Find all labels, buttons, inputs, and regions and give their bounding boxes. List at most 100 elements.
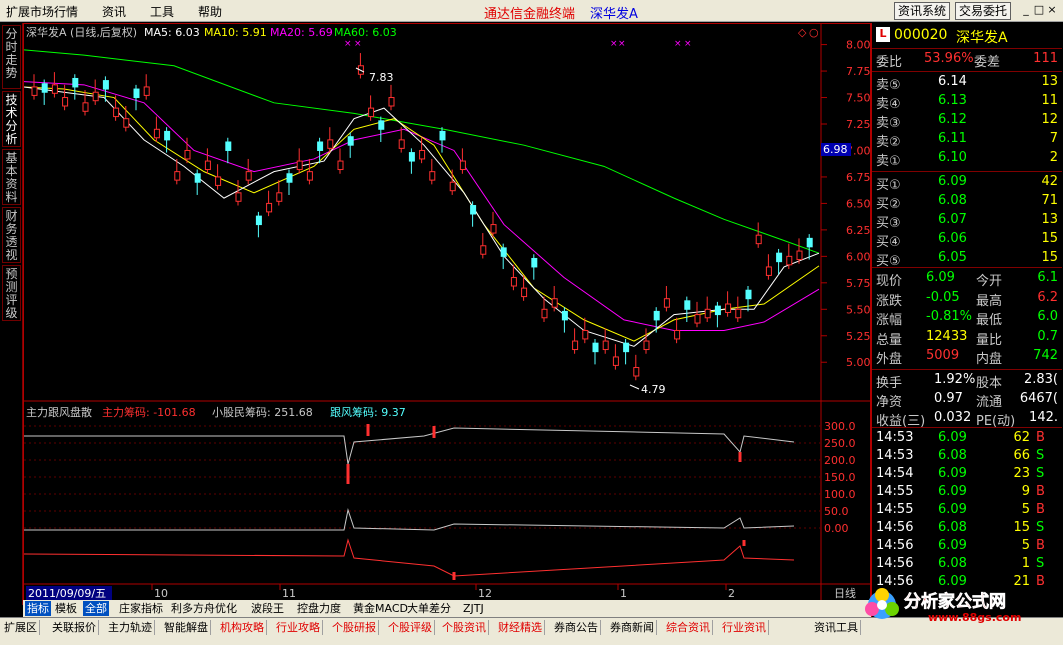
menu-tools[interactable]: 工具: [150, 3, 174, 20]
taskbar-item[interactable]: 行业资讯: [720, 620, 769, 635]
stat-row: 总量 12433 量比 0.7: [872, 328, 1062, 348]
month-tick: 1: [620, 587, 627, 600]
sell-price: 6.13: [938, 93, 967, 108]
indicator-tab[interactable]: 模板: [53, 601, 79, 616]
signal-marker: ×: [354, 39, 362, 49]
taskbar-item[interactable]: 个股研报: [330, 620, 379, 635]
candle-body: [102, 80, 109, 90]
taskbar-item[interactable]: 扩展区: [2, 620, 40, 635]
tab-fundamental[interactable]: 基本资料: [2, 149, 21, 205]
menu-help[interactable]: 帮助: [198, 3, 222, 20]
sell-volume: 12: [1041, 112, 1058, 127]
candle-body: [521, 287, 528, 298]
maximize-icon[interactable]: □: [1033, 2, 1045, 18]
candle-body: [184, 149, 191, 160]
ma-lines: [24, 49, 820, 347]
month-tick: 10: [154, 587, 168, 600]
candle-body: [592, 342, 599, 353]
fund-value: 1.92%: [934, 372, 976, 387]
candle-body: [368, 107, 375, 118]
candle-body: [419, 149, 426, 160]
taskbar-item[interactable]: 个股资讯: [440, 620, 489, 635]
price-tick: 7.75: [846, 65, 871, 78]
month-tick: 12: [478, 587, 492, 600]
candle-body: [296, 160, 303, 171]
candle-body: [572, 340, 579, 351]
candle-body: [388, 97, 395, 107]
taskbar-item[interactable]: 个股评级: [386, 620, 435, 635]
taskbar-item[interactable]: 智能解盘: [162, 620, 211, 635]
indicator-lines: [24, 424, 795, 580]
menu-news[interactable]: 资讯: [102, 3, 126, 20]
trade-button[interactable]: 交易委托: [955, 2, 1012, 20]
buy-label: 买③: [876, 216, 901, 231]
fund-label: 净资: [876, 395, 903, 410]
ma20-label: MA20: 5.69: [270, 26, 333, 39]
fund-label-2: 流通: [976, 395, 1003, 410]
indicator-tab[interactable]: 大单差分: [405, 601, 453, 616]
tick-row: 14:56 6.08 15 S: [872, 519, 1062, 539]
indicator-tab[interactable]: 指标: [25, 601, 51, 616]
candle-body: [204, 160, 211, 171]
sell-price: 6.14: [938, 74, 967, 89]
tab-intraday[interactable]: 分时走势: [2, 25, 21, 89]
high-label: 7.83: [369, 71, 394, 84]
tick-volume: 9: [1021, 484, 1030, 499]
stat-label: 涨幅: [876, 313, 903, 328]
fundamental-row: 净资 0.97 流通 6467(: [872, 390, 1062, 410]
indicator-tick: 200.0: [824, 454, 856, 467]
close-icon[interactable]: ×: [1046, 2, 1058, 18]
tick-row: 14:55 6.09 5 B: [872, 501, 1062, 521]
tab-rating[interactable]: 预测评级: [2, 265, 21, 321]
tab-technical[interactable]: 技术分析: [2, 91, 21, 147]
indicator-tab[interactable]: 黄金MACD: [351, 601, 410, 616]
candle-body: [92, 91, 99, 102]
menu-market[interactable]: 扩展市场行情: [6, 3, 78, 20]
fund-value-2: 2.83(: [1023, 372, 1058, 387]
indicator-tab[interactable]: 庄家指标: [117, 601, 165, 616]
stat-row: 涨跌 -0.05 最高 6.2: [872, 289, 1062, 309]
taskbar-item[interactable]: 券商新闻: [608, 620, 657, 635]
logo-text: 分析家公式网: [904, 591, 1006, 612]
stat-label-2: 今开: [976, 274, 1003, 289]
indicator-tab[interactable]: 利多方舟优化: [169, 601, 239, 616]
price-tick: 7.25: [846, 118, 871, 131]
candle-body: [327, 139, 334, 149]
buy-level-row: 买③ 6.07 13: [872, 211, 1062, 231]
indicator-tab[interactable]: 控盘力度: [295, 601, 343, 616]
taskbar-item[interactable]: 券商公告: [552, 620, 601, 635]
taskbar-item[interactable]: 资讯工具: [812, 620, 861, 635]
tick-side: B: [1036, 538, 1045, 553]
taskbar-item[interactable]: 关联报价: [50, 620, 99, 635]
period-label[interactable]: 日线: [834, 586, 856, 600]
tick-row: 14:53 6.09 62 B: [872, 429, 1062, 449]
buy-level-row: 买⑤ 6.05 15: [872, 249, 1062, 269]
tick-time: 14:55: [876, 484, 914, 499]
taskbar-item[interactable]: 财经精选: [496, 620, 545, 635]
indicator-tab[interactable]: ZJTJ: [461, 601, 486, 616]
indicator-tick: 300.0: [824, 420, 856, 433]
app-title: 通达信金融终端: [484, 7, 576, 22]
chart-area[interactable]: 深华发A (日线,后复权) MA5: 6.03 MA10: 5.91 MA20:…: [23, 23, 872, 606]
taskbar-item[interactable]: 主力轨迹: [106, 620, 155, 635]
tick-side: S: [1036, 520, 1045, 535]
stat-label: 外盘: [876, 352, 903, 367]
taskbar-item[interactable]: 机构攻略: [218, 620, 267, 635]
candle-body: [286, 173, 293, 183]
taskbar-item[interactable]: 综合资讯: [664, 620, 713, 635]
tick-time: 14:56: [876, 520, 914, 535]
candle-body: [123, 118, 130, 128]
indicator-tab[interactable]: 波段王: [249, 601, 286, 616]
candle-body: [72, 77, 79, 88]
taskbar-item[interactable]: 行业攻略: [274, 620, 323, 635]
indicator-tab[interactable]: 全部: [83, 601, 109, 616]
tab-financial[interactable]: 财务透视: [2, 207, 21, 263]
news-system-button[interactable]: 资讯系统: [894, 2, 951, 20]
tick-time: 14:53: [876, 448, 914, 463]
window-stock-title: 深华发A: [590, 7, 638, 22]
tick-time: 14:53: [876, 430, 914, 445]
buy-level-row: 买① 6.09 42: [872, 173, 1062, 193]
kline-chart[interactable]: 深华发A (日线,后复权) MA5: 6.03 MA10: 5.91 MA20:…: [24, 24, 872, 606]
minimize-icon[interactable]: _: [1020, 2, 1032, 18]
price-tick: 6.25: [846, 224, 871, 237]
